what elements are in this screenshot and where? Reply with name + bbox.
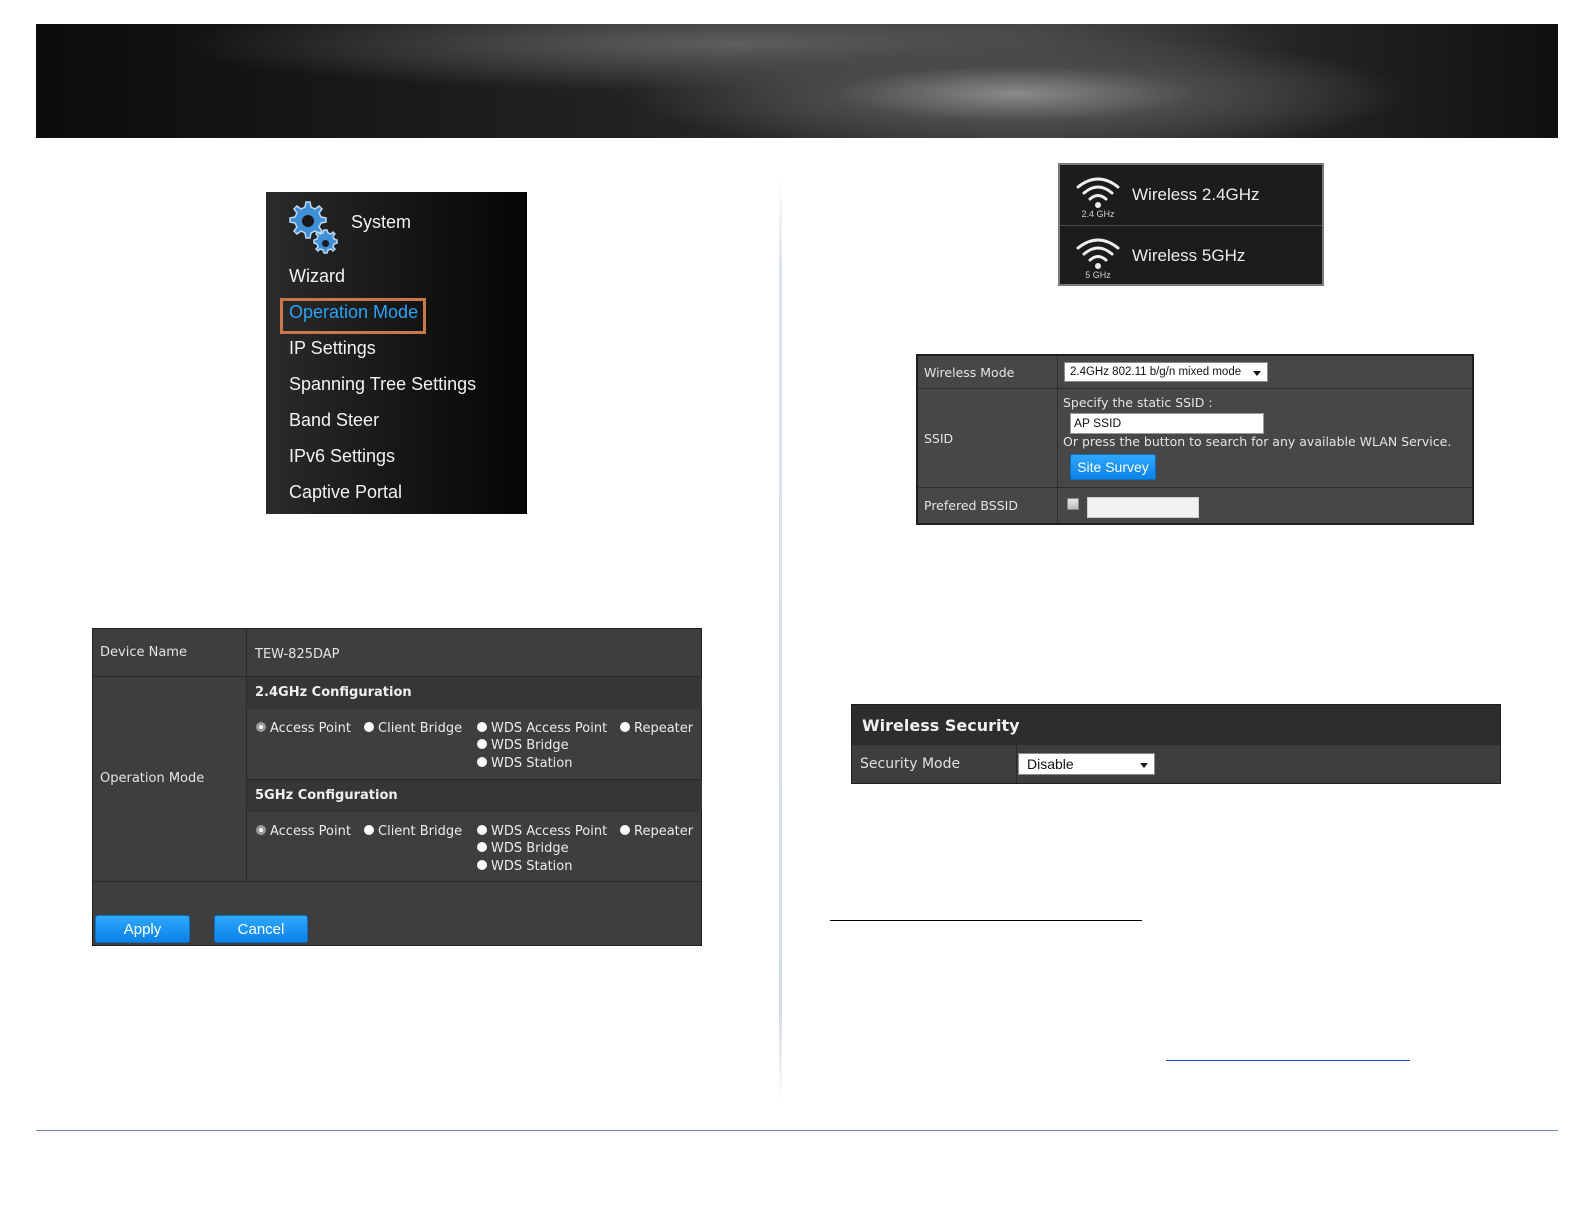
radio-label: WDS Station [491,756,573,771]
wireless-settings-table: Wireless Mode 2.4GHz 802.11 b/g/n mixed … [916,354,1474,525]
wireless-band-menu: 2.4 GHz Wireless 2.4GHz 5 GHz Wireless 5… [1058,163,1324,286]
column-split [246,629,247,881]
radio-label: Access Point [270,721,351,736]
wireless-security-panel: Wireless Security Security Mode Disable [851,704,1501,784]
cfg-24ghz-title: 2.4GHz Configuration [255,685,412,700]
radio-24-access-point[interactable]: Access Point [256,721,351,736]
operation-mode-label: Operation Mode [100,771,205,786]
radio-icon [477,842,487,852]
cfg-5ghz-title: 5GHz Configuration [255,788,398,803]
radio-label: WDS Access Point [491,824,608,839]
radio-5-access-point[interactable]: Access Point [256,824,351,839]
column-split [1016,745,1017,783]
radio-5-wds-station[interactable]: WDS Station [477,859,572,874]
radio-label: Repeater [634,721,694,736]
wireless-mode-label: Wireless Mode [924,365,1015,380]
security-mode-select[interactable]: Disable [1018,753,1155,775]
cancel-button[interactable]: Cancel [214,915,308,943]
security-mode-value: Disable [1027,756,1074,772]
radio-5-repeater[interactable]: Repeater [620,824,693,839]
wireless-security-header: Wireless Security [852,705,1500,745]
site-survey-button[interactable]: Site Survey [1070,454,1156,480]
radio-24-repeater[interactable]: Repeater [620,721,693,736]
radio-5-wds-bridge[interactable]: WDS Bridge [477,841,569,856]
radio-label: WDS Access Point [491,721,608,736]
radio-5-client-bridge[interactable]: Client Bridge [364,824,462,839]
prefered-bssid-input[interactable] [1087,497,1199,518]
wireless-security-title: Wireless Security [862,716,1020,735]
column-split [1057,356,1058,523]
radio-icon [620,722,630,732]
radio-icon [477,825,487,835]
radio-24-wds-access-point[interactable]: WDS Access Point [477,721,607,736]
link-underline[interactable] [1166,1060,1410,1061]
menu-item-band-steer[interactable]: Band Steer [289,410,379,431]
ssid-label: SSID [924,431,954,446]
chevron-down-icon [1140,763,1148,768]
radio-label: Client Bridge [378,824,463,839]
radio-label: WDS Bridge [491,738,569,753]
wireless-5ghz-label: Wireless 5GHz [1132,246,1246,265]
menu-item-wizard[interactable]: Wizard [289,266,345,287]
radio-24-client-bridge[interactable]: Client Bridge [364,721,462,736]
wifi-icon-band-label: 5 GHz [1085,270,1111,280]
radio-icon [477,739,487,749]
underline-rule [830,920,1142,921]
radio-icon [477,722,487,732]
radio-icon [477,860,487,870]
radio-label: WDS Bridge [491,841,569,856]
radio-24-wds-bridge[interactable]: WDS Bridge [477,738,569,753]
row-divider [918,487,1472,488]
radio-icon [620,825,630,835]
menu-item-captive-portal[interactable]: Captive Portal [289,482,402,503]
footer-line [36,1130,1558,1131]
radio-5-wds-access-point[interactable]: WDS Access Point [477,824,607,839]
wifi-icon-band-label: 2.4 GHz [1081,209,1115,219]
radio-label: WDS Station [491,859,573,874]
radio-icon [364,722,374,732]
system-menu: System Wizard Operation Mode IP Settings… [266,192,527,514]
menu-item-spanning-tree-settings[interactable]: Spanning Tree Settings [289,374,476,395]
radio-label: Client Bridge [378,721,463,736]
radio-label: Access Point [270,824,351,839]
ssid-search-hint: Or press the button to search for any av… [1063,434,1452,449]
wireless-mode-value: 2.4GHz 802.11 b/g/n mixed mode [1070,366,1242,378]
menu-item-wireless-5ghz[interactable]: 5 GHz Wireless 5GHz [1060,225,1322,286]
device-name-label: Device Name [100,645,187,660]
gear-icon [289,201,338,254]
row-divider [93,881,701,882]
operation-mode-panel: Device Name TEW-825DAP Operation Mode 2.… [92,628,702,946]
header-banner [36,24,1558,138]
wireless-24ghz-label: Wireless 2.4GHz [1132,185,1260,204]
prefered-bssid-label: Prefered BSSID [924,498,1018,513]
radio-selected-icon [256,722,266,732]
radio-selected-icon [256,825,266,835]
column-divider [779,175,782,1105]
menu-item-ipv6-settings[interactable]: IPv6 Settings [289,446,395,467]
menu-item-ip-settings[interactable]: IP Settings [289,338,376,359]
chevron-down-icon [1253,371,1261,376]
ssid-hint: Specify the static SSID : [1063,395,1213,410]
security-mode-label: Security Mode [860,756,961,772]
radio-icon [364,825,374,835]
menu-item-wireless-24ghz[interactable]: 2.4 GHz Wireless 2.4GHz [1060,165,1322,225]
radio-icon [477,757,487,767]
radio-label: Repeater [634,824,694,839]
wireless-mode-select[interactable]: 2.4GHz 802.11 b/g/n mixed mode [1064,362,1268,382]
prefered-bssid-checkbox[interactable] [1067,498,1079,510]
cfg-24ghz-header: 2.4GHz Configuration [247,677,702,709]
menu-item-operation-mode[interactable]: Operation Mode [289,302,418,323]
radio-24-wds-station[interactable]: WDS Station [477,756,572,771]
system-menu-title: System [351,212,412,232]
ssid-input[interactable]: AP SSID [1070,413,1264,434]
apply-button[interactable]: Apply [95,915,190,943]
cfg-5ghz-header: 5GHz Configuration [247,780,702,812]
device-name-value: TEW-825DAP [255,647,340,662]
row-divider [918,388,1472,389]
